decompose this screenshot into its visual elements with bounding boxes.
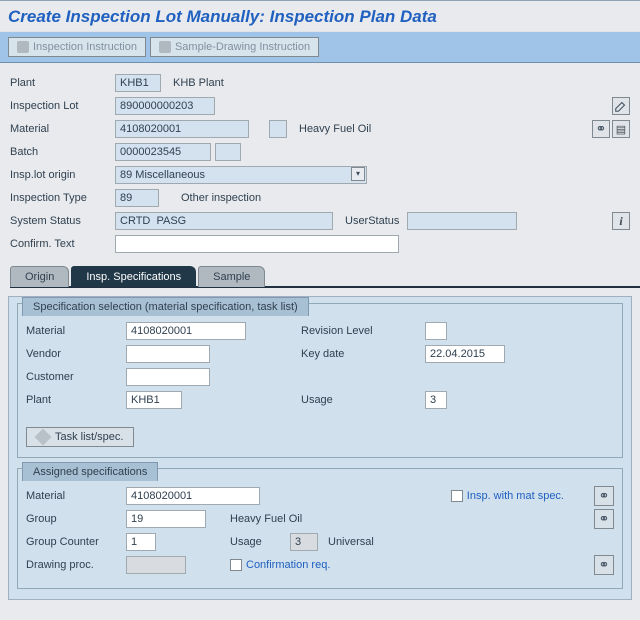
group-counter-field[interactable] — [126, 533, 156, 551]
info-icon[interactable]: i — [612, 212, 630, 230]
assigned-specifications-panel: Assigned specifications Material Insp. w… — [17, 468, 623, 589]
material-field[interactable] — [115, 120, 249, 138]
tab-content: Specification selection (material specif… — [8, 296, 632, 600]
spec-material-label: Material — [26, 325, 126, 337]
title-bar: Create Inspection Lot Manually: Inspecti… — [0, 0, 640, 32]
confirmation-req-label: Confirmation req. — [246, 559, 330, 571]
user-status-field[interactable] — [407, 212, 517, 230]
group-label: Group — [26, 513, 126, 525]
inspection-type-label: Inspection Type — [10, 192, 115, 204]
revision-level-label: Revision Level — [301, 325, 401, 337]
inspection-lot-label: Inspection Lot — [10, 100, 115, 112]
assigned-usage-description: Universal — [328, 536, 374, 548]
inspection-type-description: Other inspection — [159, 192, 261, 204]
document-icon — [17, 41, 29, 53]
assigned-material-field[interactable] — [126, 487, 260, 505]
sample-drawing-instruction-button[interactable]: Sample-Drawing Instruction — [150, 37, 319, 57]
list-icon[interactable]: ▤ — [612, 120, 630, 138]
spec-customer-label: Customer — [26, 371, 126, 383]
confirmation-req-checkbox[interactable] — [230, 559, 242, 571]
spec-vendor-field[interactable] — [126, 345, 210, 363]
assigned-usage-field — [290, 533, 318, 551]
document-icon — [159, 41, 171, 53]
drawing-proc-field — [126, 556, 186, 574]
insp-mat-spec-checkbox[interactable] — [451, 490, 463, 502]
glasses-icon[interactable]: ⚭ — [594, 486, 614, 506]
header-form: Plant KHB Plant Inspection Lot Material … — [0, 63, 640, 261]
assigned-specifications-title: Assigned specifications — [22, 462, 158, 481]
group-description: Heavy Fuel Oil — [230, 513, 302, 525]
key-date-label: Key date — [301, 348, 401, 360]
edit-icon[interactable] — [612, 97, 630, 115]
diamond-icon — [35, 429, 52, 446]
spec-plant-field[interactable] — [126, 391, 182, 409]
assigned-usage-label: Usage — [230, 536, 290, 548]
confirm-text-field[interactable] — [115, 235, 399, 253]
dropdown-icon[interactable]: ▾ — [351, 167, 365, 181]
assigned-material-label: Material — [26, 490, 126, 502]
confirm-text-label: Confirm. Text — [10, 238, 115, 250]
tab-sample[interactable]: Sample — [198, 266, 265, 287]
material-extra-field[interactable] — [269, 120, 287, 138]
inspection-instruction-button[interactable]: Inspection Instruction — [8, 37, 146, 57]
inspection-lot-field[interactable] — [115, 97, 215, 115]
user-status-label: UserStatus — [345, 215, 399, 227]
toolbar: Inspection Instruction Sample-Drawing In… — [0, 32, 640, 63]
spec-usage-label: Usage — [301, 394, 401, 406]
spec-material-field[interactable] — [126, 322, 246, 340]
specification-selection-panel: Specification selection (material specif… — [17, 303, 623, 458]
glasses-icon[interactable]: ⚭ — [592, 120, 610, 138]
system-status-label: System Status — [10, 215, 115, 227]
material-description: Heavy Fuel Oil — [287, 123, 371, 135]
glasses-icon[interactable]: ⚭ — [594, 555, 614, 575]
system-status-field[interactable] — [115, 212, 333, 230]
spec-usage-field[interactable] — [425, 391, 447, 409]
plant-field[interactable] — [115, 74, 161, 92]
inspection-type-field[interactable] — [115, 189, 159, 207]
page-title: Create Inspection Lot Manually: Inspecti… — [8, 7, 632, 27]
tab-insp-specifications[interactable]: Insp. Specifications — [71, 266, 196, 287]
plant-description: KHB Plant — [161, 77, 224, 89]
drawing-proc-label: Drawing proc. — [26, 559, 126, 571]
tab-origin[interactable]: Origin — [10, 266, 69, 287]
origin-label: Insp.lot origin — [10, 169, 115, 181]
revision-level-field[interactable] — [425, 322, 447, 340]
group-field[interactable] — [126, 510, 206, 528]
origin-field[interactable] — [115, 166, 367, 184]
insp-mat-spec-label: Insp. with mat spec. — [467, 490, 564, 502]
sample-drawing-instruction-label: Sample-Drawing Instruction — [175, 41, 310, 53]
batch-label: Batch — [10, 146, 115, 158]
material-label: Material — [10, 123, 115, 135]
task-list-spec-button[interactable]: Task list/spec. — [26, 427, 134, 447]
spec-vendor-label: Vendor — [26, 348, 126, 360]
key-date-field[interactable] — [425, 345, 505, 363]
spec-customer-field[interactable] — [126, 368, 210, 386]
glasses-icon[interactable]: ⚭ — [594, 509, 614, 529]
specification-selection-title: Specification selection (material specif… — [22, 297, 309, 316]
task-list-spec-label: Task list/spec. — [55, 431, 123, 443]
group-counter-label: Group Counter — [26, 536, 126, 548]
spec-plant-label: Plant — [26, 394, 126, 406]
inspection-instruction-label: Inspection Instruction — [33, 41, 137, 53]
tab-strip: Origin Insp. Specifications Sample — [10, 265, 640, 288]
batch-field[interactable] — [115, 143, 211, 161]
batch-extra-field[interactable] — [215, 143, 241, 161]
plant-label: Plant — [10, 77, 115, 89]
